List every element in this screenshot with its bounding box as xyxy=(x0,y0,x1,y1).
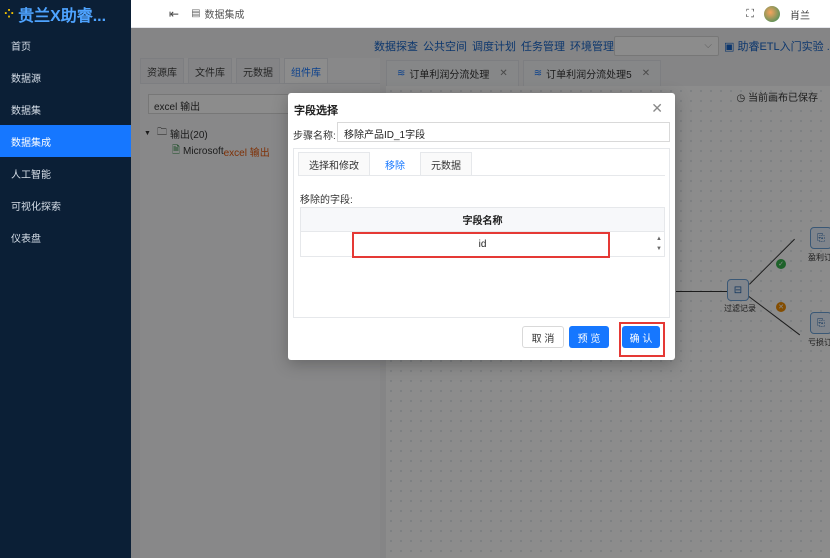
dialog-title: 字段选择 xyxy=(294,105,338,117)
row-stepper[interactable]: ▲ ▼ xyxy=(656,234,662,254)
cancel-button[interactable]: 取 消 xyxy=(522,326,564,348)
tab-remove[interactable]: 移除 xyxy=(374,152,416,175)
preview-button[interactable]: 预 览 xyxy=(569,326,609,348)
highlight-box-confirm xyxy=(619,322,665,357)
removed-fields-label: 移除的字段: xyxy=(300,195,353,206)
close-icon[interactable]: ✕ xyxy=(651,100,663,117)
tab-field-metadata[interactable]: 元数据 xyxy=(420,152,472,175)
field-select-dialog: 字段选择 ✕ 步骤名称: 移除产品ID_1字段 选择和修改 移除 元数据 移除的… xyxy=(288,93,675,360)
column-header-field-name: 字段名称 xyxy=(301,208,664,232)
step-name-input[interactable]: 移除产品ID_1字段 xyxy=(337,122,670,142)
highlight-box-field-row xyxy=(352,232,610,258)
field-tabs: 选择和修改 移除 元数据 xyxy=(298,149,665,176)
step-name-label: 步骤名称: xyxy=(293,131,336,142)
sidebar-mask xyxy=(0,0,131,558)
tab-select-modify[interactable]: 选择和修改 xyxy=(298,152,370,175)
header-mask xyxy=(131,0,830,28)
